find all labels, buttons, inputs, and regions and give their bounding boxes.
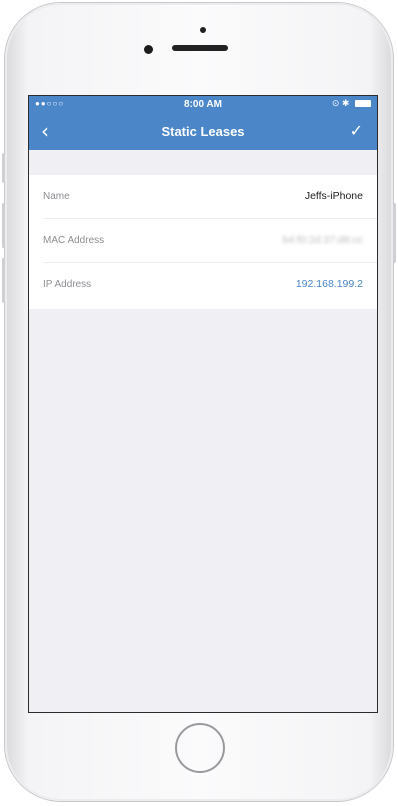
lease-form: Name Jeffs-iPhone MAC Address b4:f0:2d:3… [29, 175, 377, 309]
navigation-bar: ‹ Static Leases ✓ [29, 114, 377, 150]
status-time: 8:00 AM [184, 99, 222, 110]
phone-side-button [2, 203, 5, 248]
mac-address-row[interactable]: MAC Address b4:f0:2d:37:d8:cc [29, 219, 377, 263]
battery-icon [355, 100, 371, 108]
proximity-sensor [200, 27, 206, 33]
ip-address-value[interactable]: 192.168.199.2 [296, 278, 363, 290]
ip-address-label: IP Address [43, 279, 92, 290]
mac-address-value[interactable]: b4:f0:2d:37:d8:cc [282, 234, 363, 246]
status-glyphs: ⊙ ✱ [331, 98, 350, 108]
mac-address-label: MAC Address [43, 235, 105, 246]
section-spacer [29, 150, 377, 175]
phone-side-button [2, 258, 5, 303]
save-check-icon[interactable]: ✓ [350, 121, 363, 140]
status-icons: ⊙ ✱ [332, 98, 371, 109]
phone-side-button [393, 203, 396, 263]
status-bar: ●●○○○ 8:00 AM ⊙ ✱ [29, 96, 377, 114]
name-row[interactable]: Name Jeffs-iPhone [29, 175, 377, 219]
phone-side-button [2, 153, 5, 183]
name-value[interactable]: Jeffs-iPhone [305, 190, 363, 202]
front-camera [144, 45, 153, 54]
name-label: Name [43, 191, 70, 202]
home-button[interactable] [175, 723, 225, 773]
page-title: Static Leases [161, 124, 245, 139]
back-icon[interactable]: ‹ [41, 120, 49, 142]
earpiece-speaker [172, 45, 228, 51]
ip-address-row[interactable]: IP Address 192.168.199.2 [29, 263, 377, 307]
screen: ●●○○○ 8:00 AM ⊙ ✱ ‹ Static Leases ✓ Name… [28, 95, 378, 713]
